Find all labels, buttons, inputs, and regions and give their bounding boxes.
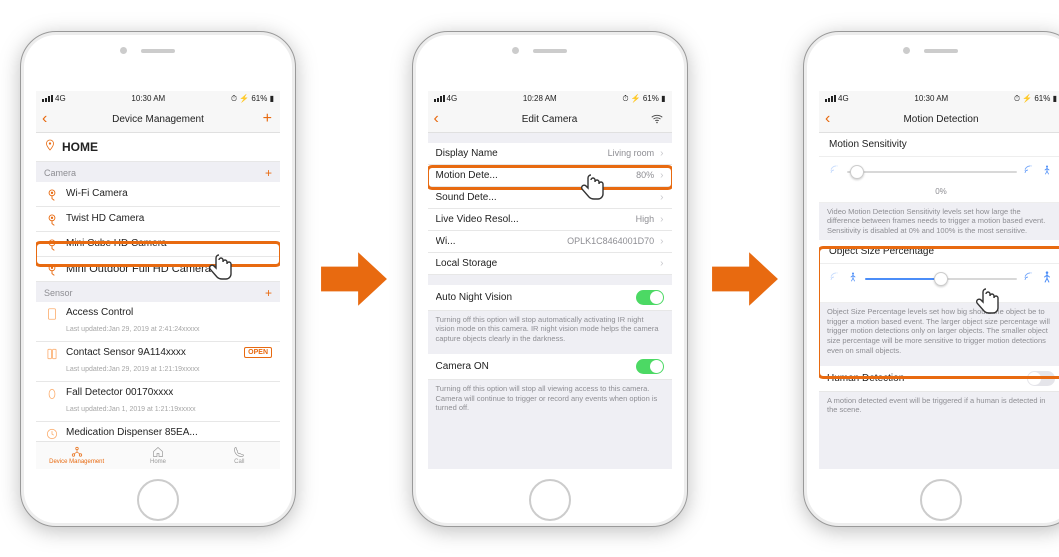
row-motion-detection[interactable]: Motion Dete... 80% › <box>428 165 672 187</box>
home-button[interactable] <box>137 479 179 521</box>
home-row[interactable]: HOME <box>36 133 280 162</box>
sensor-row[interactable]: Access Control Last updated:Jan 29, 2019… <box>36 302 280 342</box>
waves-low-icon <box>829 163 841 181</box>
device-list[interactable]: HOME Camera + Wi-Fi Camera Twist HD Came… <box>36 133 280 441</box>
status-bar: 4G 10:28 AM ⏱⚡ 61% ▮ <box>428 91 672 107</box>
flow-arrow-icon <box>314 244 394 314</box>
person-small-icon <box>847 270 859 288</box>
camera-row[interactable]: Mini Cube HD Camera <box>36 232 280 257</box>
clock: 10:28 AM <box>523 94 557 103</box>
battery-alarm-icon: ⏱ <box>231 94 237 104</box>
waves-low-icon <box>829 270 841 288</box>
row-auto-night-vision[interactable]: Auto Night Vision <box>428 285 672 311</box>
sensor-row[interactable]: Medication Dispenser 85EA... Last update… <box>36 422 280 441</box>
chevron-right-icon: › <box>660 148 663 159</box>
tab-bar: Device Management Home Call <box>36 441 280 469</box>
back-button[interactable]: ‹ <box>42 107 47 132</box>
toggle-camera-on[interactable] <box>636 359 664 374</box>
row-wifi[interactable]: Wi... OPLK1C8464001D70 › <box>428 231 672 253</box>
row-display-name[interactable]: Display Name Living room › <box>428 143 672 165</box>
note-object-size: Object Size Percentage levels set how bi… <box>819 303 1059 360</box>
add-button[interactable]: + <box>263 107 272 132</box>
slider-knob[interactable] <box>934 272 948 286</box>
row-human-detection[interactable]: Human Detection <box>819 366 1059 392</box>
row-local-storage[interactable]: Local Storage › <box>428 253 672 275</box>
carrier-label: 4G <box>55 94 66 103</box>
navbar-title: Device Management <box>112 114 204 125</box>
tab-device-management[interactable]: Device Management <box>36 442 117 469</box>
camera-row[interactable]: Wi-Fi Camera <box>36 182 280 207</box>
sensor-icon <box>44 427 60 441</box>
phone-edit-camera: 4G 10:28 AM ⏱⚡ 61% ▮ ‹ Edit Camera Displ… <box>412 31 688 527</box>
row-sound-detection[interactable]: Sound Dete... › <box>428 187 672 209</box>
chevron-right-icon: › <box>660 236 663 247</box>
motion-sensitivity-header: Motion Sensitivity <box>819 133 1059 157</box>
home-pin-icon <box>44 138 56 156</box>
row-camera-on[interactable]: Camera ON <box>428 354 672 380</box>
chevron-right-icon: › <box>660 192 663 203</box>
motion-sensitivity-slider[interactable]: 0% <box>819 157 1059 203</box>
sensor-icon <box>44 307 60 321</box>
chevron-right-icon: › <box>660 214 663 225</box>
back-button[interactable]: ‹ <box>434 107 439 132</box>
slider-knob[interactable] <box>850 165 864 179</box>
clock: 10:30 AM <box>914 94 948 103</box>
row-video-resolution[interactable]: Live Video Resol... High › <box>428 209 672 231</box>
camera-icon <box>44 262 60 276</box>
waves-high-icon <box>1023 270 1035 288</box>
person-large-icon <box>1041 270 1053 288</box>
note-camera-on: Turning off this option will stop all vi… <box>428 380 672 417</box>
status-bar: 4G 10:30 AM ⏱⚡ 61% ▮ <box>819 91 1059 107</box>
waves-high-icon <box>1023 163 1035 181</box>
note-sensitivity: Video Motion Detection Sensitivity level… <box>819 203 1059 240</box>
chevron-right-icon: › <box>660 258 663 269</box>
open-badge: OPEN <box>244 347 272 358</box>
tab-call[interactable]: Call <box>199 442 280 469</box>
battery-pct: ⚡ 61% ▮ <box>239 94 274 103</box>
note-human-detection: A motion detected event will be triggere… <box>819 392 1059 420</box>
status-bar: 4G 10:30 AM ⏱ ⚡ 61% ▮ <box>36 91 280 107</box>
slider-value: 0% <box>829 187 1053 196</box>
sensor-section-add[interactable]: + <box>265 286 272 300</box>
object-size-slider[interactable] <box>819 264 1059 303</box>
navbar: ‹ Edit Camera <box>428 107 672 133</box>
flow-arrow-icon <box>705 244 785 314</box>
camera-icon <box>44 237 60 251</box>
clock: 10:30 AM <box>131 94 165 103</box>
sensor-row[interactable]: Fall Detector 00170xxxx Last updated:Jan… <box>36 382 280 422</box>
navbar: ‹ Device Management + <box>36 107 280 133</box>
wifi-icon <box>650 107 664 132</box>
person-icon <box>1041 163 1053 181</box>
home-button[interactable] <box>920 479 962 521</box>
toggle-auto-night-vision[interactable] <box>636 290 664 305</box>
signal-icon <box>42 95 53 103</box>
signal-icon <box>825 95 836 103</box>
sensor-section-header: Sensor + <box>36 282 280 302</box>
camera-row-selected[interactable]: Mini Outdoor Full HD Camera <box>36 257 280 282</box>
chevron-right-icon: › <box>660 170 663 181</box>
camera-section-header: Camera + <box>36 162 280 182</box>
phone-motion-detection: 4G 10:30 AM ⏱⚡ 61% ▮ ‹ Motion Detection … <box>803 31 1059 527</box>
signal-icon <box>434 95 445 103</box>
home-label: HOME <box>62 140 272 154</box>
camera-row[interactable]: Twist HD Camera <box>36 207 280 232</box>
sensor-row[interactable]: Contact Sensor 9A114xxxx Last updated:Ja… <box>36 342 280 382</box>
camera-section-add[interactable]: + <box>265 166 272 180</box>
back-button[interactable]: ‹ <box>825 107 830 132</box>
toggle-human-detection[interactable] <box>1027 371 1055 386</box>
phone-device-management: 4G 10:30 AM ⏱ ⚡ 61% ▮ ‹ Device Managemen… <box>20 31 296 527</box>
camera-icon <box>44 187 60 201</box>
object-size-header: Object Size Percentage <box>819 240 1059 264</box>
home-button[interactable] <box>529 479 571 521</box>
sensor-icon <box>44 387 60 401</box>
tab-home[interactable]: Home <box>117 442 198 469</box>
camera-icon <box>44 212 60 226</box>
note-night-vision: Turning off this option will stop automa… <box>428 311 672 348</box>
navbar: ‹ Motion Detection <box>819 107 1059 133</box>
sensor-icon <box>44 347 60 361</box>
